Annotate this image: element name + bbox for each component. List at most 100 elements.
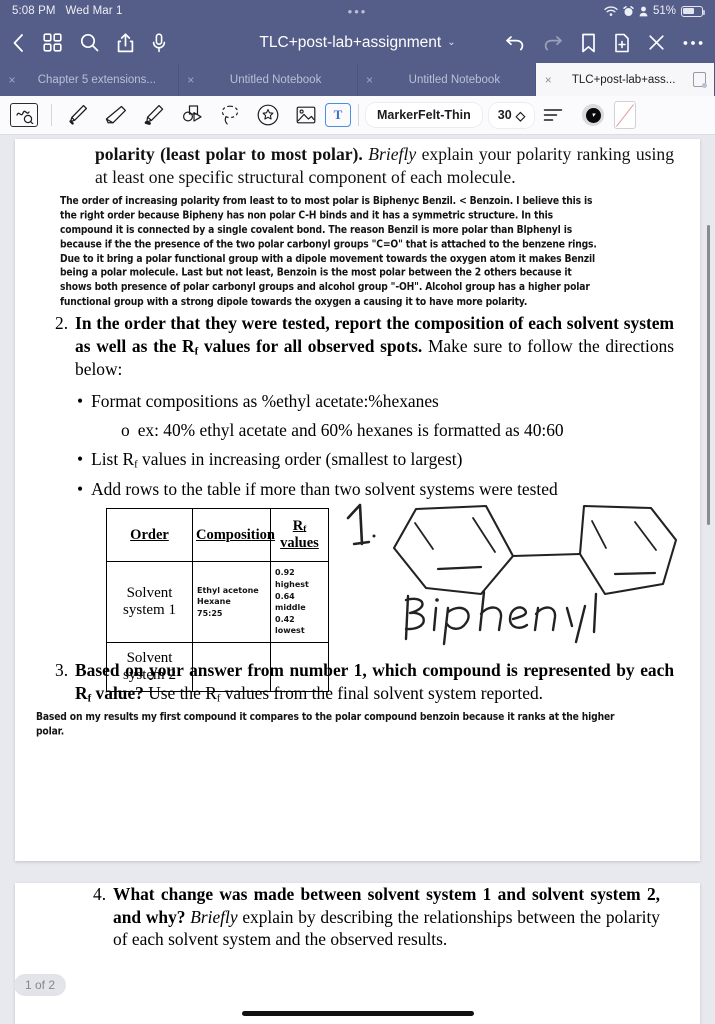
- add-page-icon[interactable]: [614, 33, 630, 53]
- battery-percent-label: 51%: [652, 5, 676, 17]
- vertical-scrollbar[interactable]: [706, 225, 710, 525]
- document-canvas[interactable]: polarity (least polar to most polar). Br…: [0, 135, 715, 1024]
- toolbar-divider-2: [358, 104, 359, 126]
- question-3-handwritten-answer[interactable]: Based on my results my first compound it…: [33, 711, 633, 740]
- cell-composition-1[interactable]: Ethyl acetone Hexane 75:25: [193, 580, 270, 625]
- app-root: 5:08 PM Wed Mar 1 • • • 51% TLC+post-lab+a…: [0, 0, 715, 1024]
- alarm-icon: [623, 5, 634, 17]
- question-4-number: 4.: [93, 884, 107, 904]
- tab-label: TLC+post-lab+ass...: [571, 73, 676, 86]
- person-icon: [639, 6, 648, 17]
- bookmark-icon[interactable]: [581, 33, 596, 53]
- tab-close-icon[interactable]: ×: [364, 73, 376, 87]
- eraser-tool[interactable]: [97, 100, 135, 130]
- home-indicator[interactable]: [241, 1011, 474, 1016]
- bullet-marker: o: [121, 419, 130, 440]
- nav-bar-left-group: [12, 32, 166, 53]
- image-tool[interactable]: [287, 100, 325, 130]
- share-icon[interactable]: [117, 32, 134, 53]
- cell-rf-values-1[interactable]: 0.92 highest 0.64 middle 0.42 lowest: [271, 562, 328, 642]
- close-icon[interactable]: [648, 34, 665, 51]
- chevron-down-icon: ⌄: [447, 37, 456, 48]
- table-header-rf-values: Rf values: [280, 518, 319, 552]
- redo-icon[interactable]: [543, 34, 563, 51]
- table-and-drawing-row: Order Composition Rf values Solvent syst…: [33, 504, 682, 692]
- grid-icon[interactable]: [43, 33, 62, 52]
- bullet-item-1: • Format compositions as %ethyl acetate:…: [77, 390, 660, 413]
- tab-chapter-5-extensions[interactable]: × Chapter 5 extensions...: [0, 63, 179, 96]
- font-size-value: 30: [497, 108, 512, 122]
- cell-composition-2[interactable]: [193, 662, 270, 672]
- clock: 5:08 PM: [12, 5, 56, 17]
- ruler-icon[interactable]: [614, 101, 637, 129]
- question-1-handwritten-answer[interactable]: The order of increasing polarity from le…: [60, 195, 605, 310]
- tab-bar: × Chapter 5 extensions... × Untitled Not…: [0, 63, 715, 96]
- question-2: 2. In the order that they were tested, r…: [55, 312, 674, 381]
- document-title-text: TLC+post-lab+assignment: [259, 33, 442, 51]
- bullet-text: Format compositions as %ethyl acetate:%h…: [91, 391, 439, 411]
- wifi-icon: [604, 5, 618, 17]
- table-row: Solvent system 1 Ethyl acetone Hexane 75…: [106, 561, 329, 644]
- search-icon[interactable]: [80, 33, 99, 52]
- battery-icon: [681, 5, 706, 17]
- biphenyl-skeletal-structure-icon: [346, 504, 678, 646]
- status-bar-left: 5:08 PM Wed Mar 1: [12, 5, 122, 17]
- question-2-bullet-list: • Format compositions as %ethyl acetate:…: [77, 390, 660, 500]
- tab-label: Untitled Notebook: [408, 73, 501, 86]
- lasso-select-tool[interactable]: [211, 100, 249, 130]
- highlighter-tool[interactable]: [135, 100, 173, 130]
- cell-order-2: Solvent system 2: [123, 650, 176, 683]
- table-header-row: Order Composition Rf values: [106, 508, 329, 563]
- back-chevron-icon[interactable]: [12, 33, 25, 53]
- tab-close-icon[interactable]: ×: [6, 73, 18, 87]
- tool-bar: T MarkerFelt-Thin 30 ◇ ▾: [0, 96, 715, 135]
- question-3-number: 3.: [55, 660, 69, 681]
- cell-order-1: Solvent system 1: [123, 585, 176, 619]
- bullet-marker: •: [77, 478, 84, 499]
- nav-bar: TLC+post-lab+assignment ⌄: [0, 22, 715, 63]
- table-row: Solvent system 2: [106, 642, 329, 692]
- q1-italic-text: Briefly: [368, 144, 417, 164]
- lasso-zoom-tool[interactable]: [10, 103, 38, 127]
- solvent-systems-table: Order Composition Rf values Solvent syst…: [106, 508, 329, 692]
- shapes-tool[interactable]: [173, 100, 211, 130]
- tab-label: Chapter 5 extensions...: [37, 73, 156, 86]
- table-header-order: Order: [130, 526, 169, 543]
- question-4: 4. What change was made between solvent …: [93, 883, 660, 951]
- bullet-marker: •: [77, 391, 84, 411]
- color-chevron-icon: ▾: [585, 107, 601, 123]
- bullet-text: ex: 40% ethyl acetate and 60% hexanes is…: [137, 419, 564, 440]
- sticker-tool[interactable]: [249, 100, 287, 130]
- tab-tlc-post-lab-assignment[interactable]: × TLC+post-lab+ass...: [536, 63, 715, 96]
- bullet-text-tail: values in increasing order (smallest to …: [137, 448, 463, 469]
- text-tool[interactable]: T: [325, 103, 351, 127]
- toolbar-divider: [51, 104, 52, 126]
- tab-untitled-notebook-1[interactable]: × Untitled Notebook: [179, 63, 358, 96]
- bullet-text: List R: [91, 448, 135, 469]
- q2-bold-part2: values for all observed spots.: [198, 336, 423, 356]
- stepper-diamond-icon: ◇: [515, 108, 526, 123]
- font-name-selector[interactable]: MarkerFelt-Thin: [366, 103, 482, 127]
- table-header-composition: Composition: [196, 526, 275, 543]
- tab-untitled-notebook-2[interactable]: × Untitled Notebook: [358, 63, 537, 96]
- tab-close-icon[interactable]: ×: [542, 73, 554, 87]
- question-1-continuation: polarity (least polar to most polar). Br…: [33, 139, 682, 188]
- date-label: Wed Mar 1: [65, 5, 123, 17]
- document-page-2: 4. What change was made between solvent …: [15, 883, 700, 1024]
- tab-close-icon[interactable]: ×: [185, 73, 197, 87]
- microphone-icon[interactable]: [152, 32, 166, 53]
- q4-italic-text: Briefly: [190, 906, 238, 927]
- cell-rf-values-2[interactable]: [271, 662, 328, 672]
- q1-bold-text: polarity (least polar to most polar).: [95, 144, 363, 164]
- page-indicator: 1 of 2: [14, 974, 67, 996]
- font-size-stepper[interactable]: 30 ◇: [488, 102, 535, 128]
- status-bar: 5:08 PM Wed Mar 1 ••• 51%: [0, 0, 715, 22]
- text-align-icon[interactable]: [534, 100, 572, 130]
- undo-icon[interactable]: [505, 34, 525, 51]
- pen-tool[interactable]: [59, 100, 97, 130]
- more-icon[interactable]: [683, 40, 703, 46]
- bullet-marker: •: [77, 448, 84, 469]
- document-page-1: polarity (least polar to most polar). Br…: [15, 139, 700, 861]
- biphenyl-drawing-group[interactable]: [338, 496, 698, 656]
- color-swatch-button[interactable]: ▾: [582, 104, 605, 126]
